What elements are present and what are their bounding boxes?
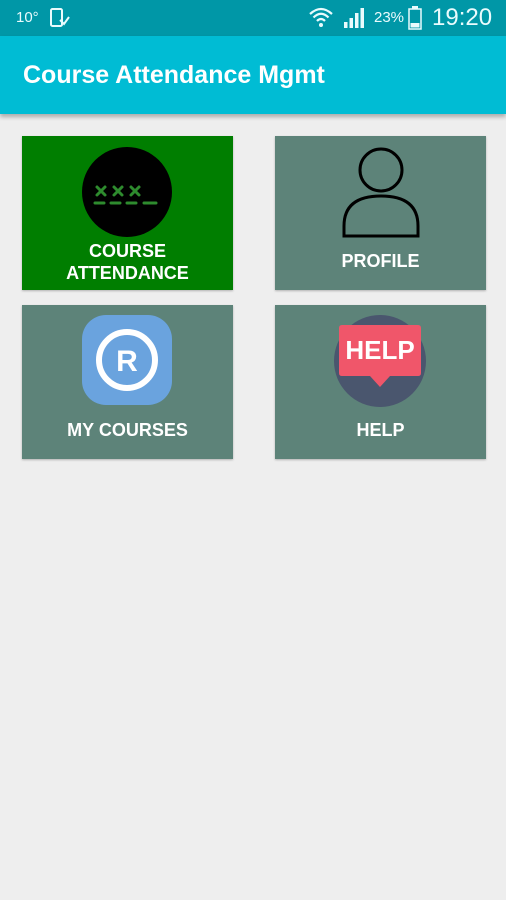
profile-tile[interactable]: PROFILE <box>275 136 486 290</box>
profile-label: PROFILE <box>341 251 420 271</box>
app-bar: Course Attendance Mgmt <box>0 36 506 114</box>
person-icon <box>342 147 420 238</box>
my-courses-tile[interactable]: R MY COURSES <box>22 305 233 459</box>
help-label: HELP <box>356 420 405 440</box>
course-attendance-label: COURSE ATTENDANCE <box>22 240 233 284</box>
course-attendance-label-line2: ATTENDANCE <box>66 263 189 283</box>
registered-icon: R <box>82 315 172 405</box>
cell-signal-icon <box>344 8 364 28</box>
app-title: Course Attendance Mgmt <box>23 61 325 89</box>
course-attendance-label-line1: COURSE <box>88 241 166 261</box>
attendance-icon <box>82 147 172 237</box>
svg-text:R: R <box>116 345 138 378</box>
battery-percent-text: 23% <box>374 9 405 26</box>
help-icon-text: HELP <box>345 335 415 365</box>
course-attendance-tile[interactable]: COURSE ATTENDANCE <box>22 136 233 290</box>
my-courses-label: MY COURSES <box>67 420 188 440</box>
clock-text: 19:20 <box>432 4 493 31</box>
status-bar: 10° 23% 19:20 <box>0 0 506 36</box>
battery-icon <box>408 6 422 30</box>
help-tile[interactable]: HELP HELP <box>275 305 486 459</box>
temperature-text: 10° <box>16 9 39 26</box>
wifi-icon <box>309 7 333 27</box>
phone-notification-icon <box>50 8 70 27</box>
